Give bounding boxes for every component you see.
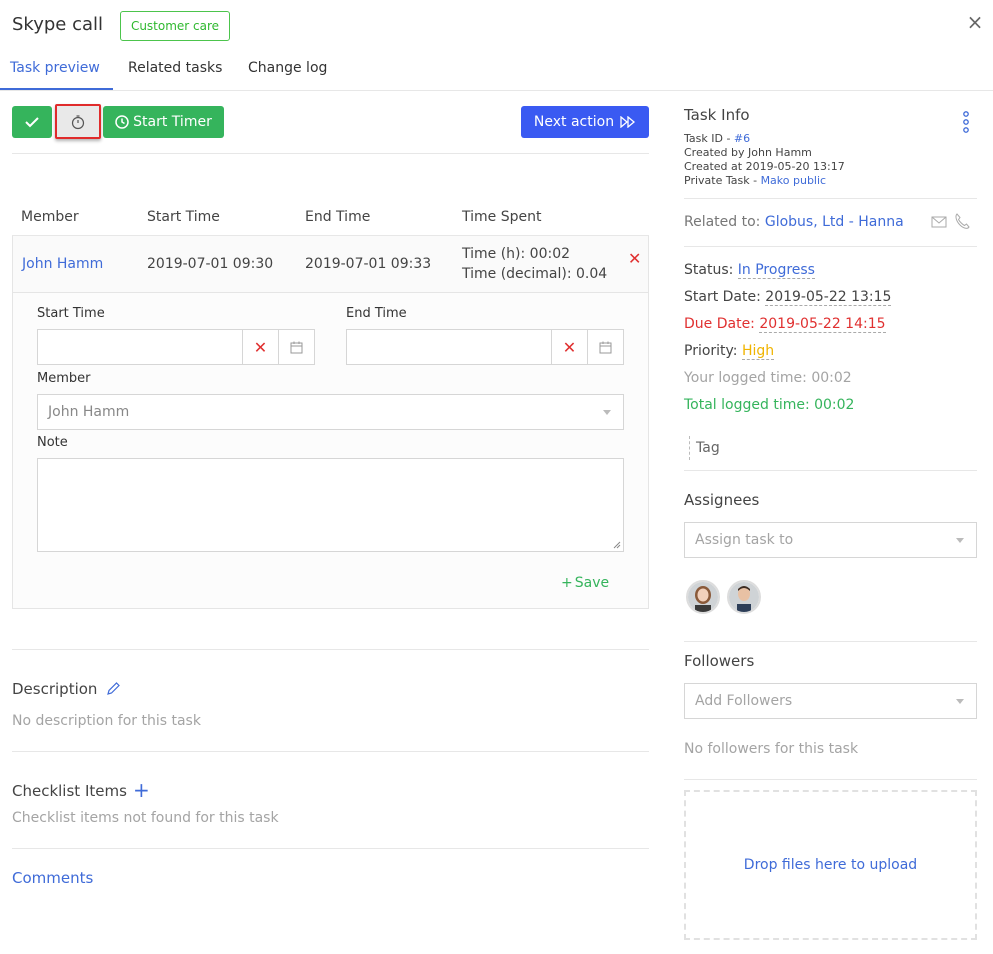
delete-timesheet-icon[interactable]: ✕: [628, 249, 641, 268]
created-at: Created at 2019-05-20 13:17: [684, 160, 845, 173]
phone-icon[interactable]: [954, 213, 970, 230]
start-date-line: Start Date: 2019-05-22 13:15: [684, 289, 892, 306]
tab-task-preview[interactable]: Task preview: [10, 60, 100, 76]
followers-title: Followers: [684, 652, 755, 670]
dropzone-text: Drop files here to upload: [743, 857, 918, 873]
file-dropzone[interactable]: Drop files here to upload: [684, 790, 977, 940]
check-icon: [25, 117, 39, 128]
add-followers-placeholder: Add Followers: [695, 693, 793, 709]
row-end-time: 2019-07-01 09:33: [305, 256, 432, 272]
section-divider: [12, 649, 649, 650]
status-value[interactable]: In Progress: [737, 262, 815, 279]
active-tab-indicator: [0, 88, 113, 90]
tab-related-tasks[interactable]: Related tasks: [128, 60, 222, 76]
related-to-link[interactable]: Globus, Ltd - Hanna: [765, 214, 904, 230]
col-time-spent-header: Time Spent: [462, 209, 542, 225]
close-icon[interactable]: ×: [966, 12, 984, 32]
task-info-title: Task Info: [684, 106, 750, 124]
clear-end-icon[interactable]: ✕: [551, 330, 587, 364]
save-label: Save: [574, 575, 610, 591]
more-options-icon[interactable]: [961, 111, 971, 133]
start-time-input[interactable]: ✕: [37, 329, 315, 365]
total-logged-time: Total logged time: 00:02: [684, 397, 855, 413]
col-member-header: Member: [21, 209, 79, 225]
followers-empty: No followers for this task: [684, 741, 859, 757]
created-by: Created by John Hamm: [684, 146, 812, 159]
chevron-down-icon: [956, 537, 964, 543]
row-time-hours: Time (h): 00:02: [462, 246, 571, 262]
description-title: Description: [12, 680, 98, 698]
start-time-label: Start Time: [37, 306, 105, 321]
your-logged-time: Your logged time: 00:02: [684, 370, 852, 386]
status-line: Status: In Progress: [684, 262, 815, 279]
assign-task-placeholder: Assign task to: [695, 532, 794, 548]
start-timer-button[interactable]: Start Timer: [103, 106, 224, 138]
end-time-input[interactable]: ✕: [346, 329, 624, 365]
row-start-time: 2019-07-01 09:30: [147, 256, 274, 272]
avatar[interactable]: [686, 580, 720, 614]
checklist-empty: Checklist items not found for this task: [12, 810, 279, 826]
next-action-label: Next action: [533, 114, 615, 130]
toolbar-divider: [12, 153, 649, 154]
plus-icon: +: [561, 575, 573, 591]
col-start-header: Start Time: [147, 209, 220, 225]
member-label: Member: [37, 371, 91, 386]
member-select[interactable]: John Hamm: [37, 394, 624, 430]
sidebar-divider: [684, 641, 977, 642]
assign-task-select[interactable]: Assign task to: [684, 522, 977, 558]
avatar[interactable]: [727, 580, 761, 614]
resize-handle-icon[interactable]: [613, 541, 621, 549]
add-followers-select[interactable]: Add Followers: [684, 683, 977, 719]
task-title: Skype call: [12, 14, 104, 35]
checklist-title: Checklist Items: [12, 782, 127, 800]
end-time-label: End Time: [346, 306, 407, 321]
add-checklist-icon[interactable]: +: [133, 778, 150, 802]
stopwatch-icon: [71, 114, 85, 129]
due-date-value[interactable]: 2019-05-22 14:15: [759, 316, 886, 333]
task-id-link[interactable]: #6: [734, 132, 750, 145]
tag-input[interactable]: Tag: [689, 436, 720, 460]
project-badge[interactable]: Customer care: [120, 11, 230, 41]
section-divider: [12, 751, 649, 752]
mark-complete-button[interactable]: [12, 106, 52, 138]
member-select-value: John Hamm: [48, 404, 130, 420]
sidebar-divider: [684, 779, 977, 780]
col-end-header: End Time: [305, 209, 371, 225]
start-date-value[interactable]: 2019-05-22 13:15: [765, 289, 892, 306]
clock-icon: [115, 115, 129, 129]
email-icon[interactable]: [931, 215, 947, 229]
chevron-down-icon: [603, 409, 611, 415]
tab-change-log[interactable]: Change log: [248, 60, 327, 76]
calendar-icon[interactable]: [587, 330, 623, 364]
row-time-decimal: Time (decimal): 0.04: [462, 266, 608, 282]
private-task-link[interactable]: Mako public: [761, 174, 827, 187]
priority-line: Priority: High: [684, 343, 775, 360]
due-date-line: Due Date: 2019-05-22 14:15: [684, 316, 886, 333]
pencil-icon[interactable]: [106, 681, 121, 696]
comments-link[interactable]: Comments: [12, 869, 93, 887]
assignees-title: Assignees: [684, 491, 760, 509]
sidebar-divider: [684, 246, 977, 247]
calendar-icon[interactable]: [278, 330, 314, 364]
timesheets-button[interactable]: [55, 104, 101, 139]
description-empty: No description for this task: [12, 713, 201, 729]
note-textarea[interactable]: [37, 458, 624, 552]
priority-value[interactable]: High: [741, 343, 775, 360]
sidebar-divider: [684, 198, 977, 199]
related-to-line: Related to: Globus, Ltd - Hanna: [684, 214, 904, 230]
sidebar-divider: [684, 470, 977, 471]
start-timer-label: Start Timer: [133, 114, 212, 130]
task-id-line: Task ID - #6: [684, 132, 751, 145]
tabs-divider: [0, 90, 993, 91]
row-member-link[interactable]: John Hamm: [22, 256, 103, 272]
next-action-button[interactable]: Next action: [521, 106, 649, 138]
note-label: Note: [37, 435, 68, 450]
section-divider: [12, 848, 649, 849]
private-task-line: Private Task - Mako public: [684, 174, 827, 187]
chevron-down-icon: [956, 698, 964, 704]
fast-forward-icon: [620, 116, 636, 128]
save-button[interactable]: + Save: [561, 575, 609, 591]
clear-start-icon[interactable]: ✕: [242, 330, 278, 364]
